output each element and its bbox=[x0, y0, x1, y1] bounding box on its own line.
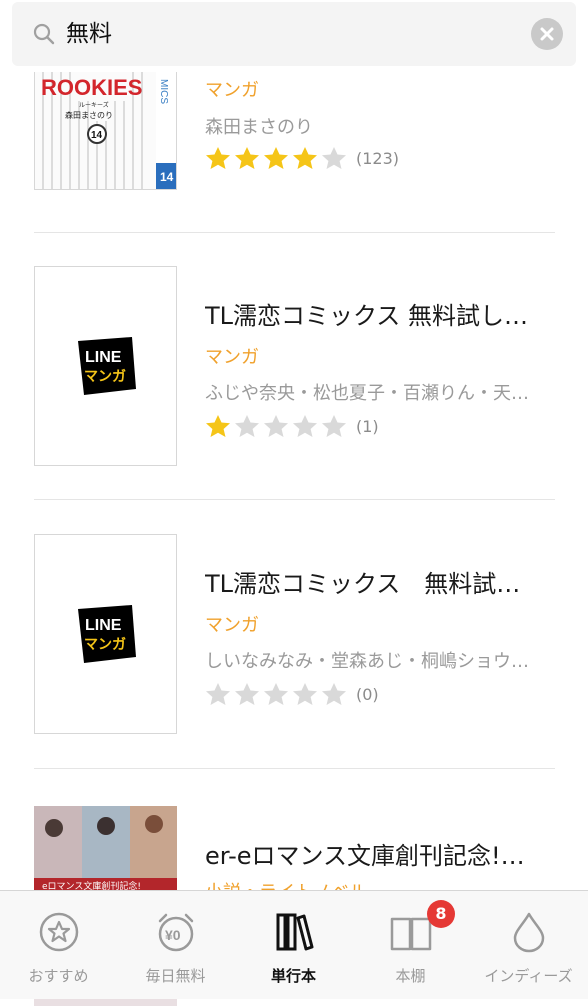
rating-count: (1) bbox=[356, 416, 379, 436]
star-empty-icon bbox=[293, 415, 317, 437]
alarm-clock-icon: ¥0 bbox=[158, 913, 194, 952]
svg-text:ルーキーズ: ルーキーズ bbox=[79, 101, 109, 109]
cover-line-manga[interactable]: LINE マンガ bbox=[34, 266, 177, 466]
star-empty-icon bbox=[264, 415, 288, 437]
star-empty-icon bbox=[322, 683, 346, 705]
star-empty-icon bbox=[293, 683, 317, 705]
rating-stars: (1) bbox=[205, 414, 379, 438]
tab-label: おすすめ bbox=[28, 967, 89, 985]
star-empty-icon bbox=[235, 415, 259, 437]
line-manga-logo: LINE マンガ bbox=[78, 605, 136, 663]
divider bbox=[34, 232, 555, 233]
tab-label: 単行本 bbox=[270, 967, 316, 985]
item-authors: しいなみなみ・堂森あじ・桐嶋ショウ… bbox=[205, 651, 529, 672]
rating-stars: (0) bbox=[205, 682, 379, 706]
books-icon bbox=[276, 913, 314, 951]
star-filled-icon bbox=[206, 415, 230, 437]
tab-daily-free[interactable]: ¥0 毎日無料 bbox=[117, 891, 234, 1000]
svg-text:LINE: LINE bbox=[85, 349, 122, 366]
tab-label: 毎日無料 bbox=[145, 967, 206, 985]
search-bar: 無料 bbox=[0, 0, 588, 72]
item-title[interactable]: er-eロマンス文庫創刊記念!… bbox=[205, 836, 555, 871]
star-filled-icon bbox=[235, 147, 259, 169]
svg-text:LINE: LINE bbox=[85, 617, 122, 634]
item-genre: マンガ bbox=[205, 347, 259, 368]
item-genre: マンガ bbox=[205, 80, 259, 101]
cover-line-manga[interactable]: LINE マンガ bbox=[34, 534, 177, 734]
rating-count: (123) bbox=[356, 148, 400, 168]
search-icon bbox=[33, 23, 55, 45]
svg-text:マンガ: マンガ bbox=[84, 637, 126, 653]
star-filled-icon bbox=[264, 147, 288, 169]
rookies-cover-title: ROOKIES bbox=[41, 75, 142, 100]
divider bbox=[34, 768, 555, 769]
star-empty-icon bbox=[322, 415, 346, 437]
bookshelf-notification-badge: 8 bbox=[427, 900, 455, 928]
drop-icon bbox=[513, 912, 545, 953]
star-empty-icon bbox=[322, 147, 346, 169]
bottom-tab-bar: おすすめ ¥0 毎日無料 単行本 本棚 インディーズ bbox=[0, 890, 588, 999]
svg-text:14: 14 bbox=[91, 130, 103, 141]
svg-text:森田まさのり: 森田まさのり bbox=[65, 110, 113, 120]
star-filled-icon bbox=[206, 147, 230, 169]
search-query[interactable]: 無料 bbox=[66, 18, 112, 50]
divider bbox=[34, 499, 555, 500]
item-title[interactable]: TL濡恋コミックス 無料試し… bbox=[205, 296, 555, 331]
open-book-icon bbox=[390, 917, 432, 951]
rating-count: (0) bbox=[356, 684, 379, 704]
item-authors: 森田まさのり bbox=[205, 117, 313, 138]
star-empty-icon bbox=[264, 683, 288, 705]
clear-search-button[interactable] bbox=[531, 18, 563, 50]
rating-stars: (123) bbox=[205, 146, 399, 170]
tab-indies[interactable]: インディーズ bbox=[470, 891, 587, 1000]
tab-volumes[interactable]: 単行本 bbox=[235, 891, 352, 1000]
tab-recommend[interactable]: おすすめ bbox=[0, 891, 117, 1000]
svg-text:MICS: MICS bbox=[158, 79, 169, 104]
item-title[interactable]: TL濡恋コミックス 無料試… bbox=[205, 564, 555, 599]
svg-text:マンガ: マンガ bbox=[84, 369, 126, 385]
star-badge-icon bbox=[39, 912, 79, 952]
svg-text:14: 14 bbox=[160, 170, 174, 184]
star-empty-icon bbox=[235, 683, 259, 705]
star-empty-icon bbox=[206, 683, 230, 705]
tab-label: インディーズ bbox=[484, 967, 573, 985]
close-icon bbox=[540, 27, 554, 41]
line-manga-logo: LINE マンガ bbox=[78, 337, 136, 395]
item-authors: ふじや奈央・松也夏子・百瀬りん・天… bbox=[205, 383, 529, 404]
search-input[interactable]: 無料 bbox=[12, 2, 576, 66]
star-filled-icon bbox=[293, 147, 317, 169]
tab-label: 本棚 bbox=[395, 967, 426, 985]
item-genre: マンガ bbox=[205, 615, 259, 636]
svg-text:¥0: ¥0 bbox=[165, 927, 181, 943]
